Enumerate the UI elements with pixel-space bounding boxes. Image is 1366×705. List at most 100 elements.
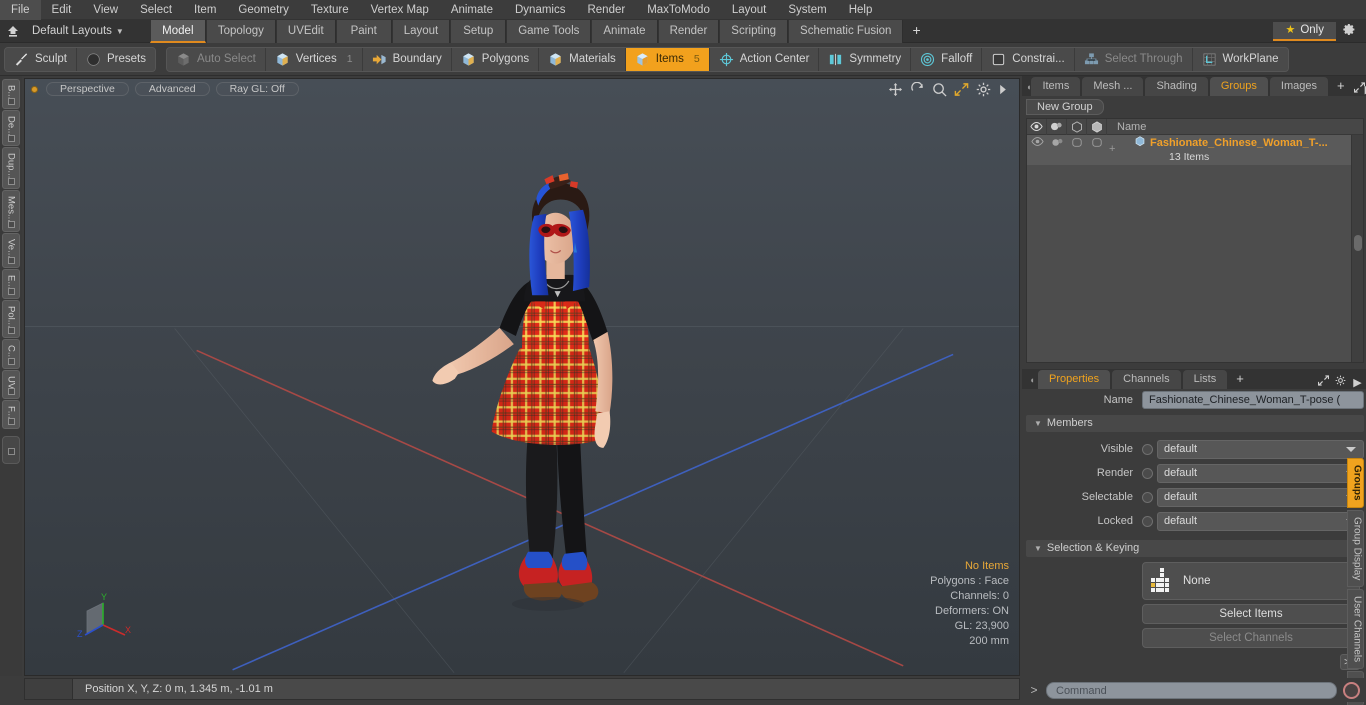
command-record-icon[interactable] bbox=[1343, 681, 1360, 699]
settings-gear-icon[interactable] bbox=[1336, 23, 1362, 39]
status-bar-handle[interactable] bbox=[25, 679, 73, 699]
menu-item-layout[interactable]: Layout bbox=[721, 0, 778, 20]
toolbar-button-select-through[interactable]: Select Through bbox=[1074, 47, 1193, 71]
layout-tab-setup[interactable]: Setup bbox=[450, 19, 507, 43]
toolbar-button-boundary[interactable]: Boundary bbox=[362, 47, 452, 71]
side-tab-user-channels[interactable]: User Channels bbox=[1346, 588, 1364, 670]
left-tab-fusion[interactable]: F... bbox=[2, 400, 20, 430]
layout-tab-schematic-fusion[interactable]: Schematic Fusion bbox=[788, 19, 904, 43]
add-layout-tab-button[interactable]: + bbox=[903, 20, 929, 43]
toolbar-button-falloff[interactable]: Falloff bbox=[911, 47, 983, 71]
layout-tab-scripting[interactable]: Scripting bbox=[719, 19, 789, 43]
selection-set-field[interactable]: None bbox=[1142, 562, 1360, 600]
left-tab-vertex[interactable]: Ve... bbox=[2, 232, 20, 268]
visible-radio[interactable] bbox=[1142, 443, 1153, 455]
rotate-icon[interactable] bbox=[910, 81, 925, 97]
group-list-scrollbar[interactable] bbox=[1351, 135, 1363, 362]
left-tab-deform[interactable]: De... bbox=[2, 110, 20, 147]
menu-item-system[interactable]: System bbox=[777, 0, 837, 20]
members-section-header[interactable]: ▼ Members bbox=[1026, 415, 1364, 432]
row-select-toggle[interactable] bbox=[1067, 135, 1087, 165]
move-icon[interactable] bbox=[888, 82, 903, 97]
selectable-radio[interactable] bbox=[1142, 491, 1153, 503]
toolbar-button-auto-select[interactable]: Auto Select bbox=[166, 47, 266, 71]
panel-maximize-icon[interactable] bbox=[1353, 82, 1365, 96]
viewport-projection-selector[interactable]: Perspective bbox=[46, 82, 129, 96]
side-tab-groups[interactable]: Groups bbox=[1346, 458, 1364, 508]
row-eye-toggle[interactable] bbox=[1027, 135, 1047, 165]
select-items-button[interactable]: Select Items bbox=[1142, 604, 1360, 624]
props-maximize-icon[interactable] bbox=[1315, 375, 1332, 389]
column-select-icon[interactable] bbox=[1067, 118, 1087, 135]
menu-item-maxtomodo[interactable]: MaxToModo bbox=[636, 0, 721, 20]
panel-tab-mesh[interactable]: Mesh ... bbox=[1082, 77, 1144, 96]
column-eye-icon[interactable] bbox=[1027, 118, 1047, 135]
panel-add-tab-button[interactable]: + bbox=[1330, 77, 1352, 96]
left-tab-extra[interactable] bbox=[2, 436, 20, 465]
render-dropdown[interactable]: default bbox=[1157, 463, 1364, 483]
side-tab-group-display[interactable]: Group Display bbox=[1346, 509, 1364, 587]
panel-tab-images[interactable]: Images bbox=[1269, 77, 1328, 96]
toolbar-button-workplane[interactable]: WorkPlane bbox=[1192, 47, 1288, 71]
tab-channels[interactable]: Channels bbox=[1112, 370, 1181, 389]
toolbar-button-vertices[interactable]: Vertices 1 bbox=[265, 47, 363, 71]
render-radio[interactable] bbox=[1142, 467, 1153, 479]
left-tab-uv[interactable]: UV bbox=[2, 370, 20, 400]
gear-icon[interactable] bbox=[976, 82, 991, 97]
menu-item-vertex-map[interactable]: Vertex Map bbox=[360, 0, 440, 20]
column-lock-icon[interactable] bbox=[1087, 118, 1107, 135]
menu-item-edit[interactable]: Edit bbox=[41, 0, 83, 20]
name-field[interactable]: Fashionate_Chinese_Woman_T-pose ( bbox=[1142, 391, 1364, 409]
menu-item-file[interactable]: File bbox=[0, 0, 41, 20]
command-input[interactable]: Command bbox=[1046, 681, 1337, 699]
select-channels-button[interactable]: Select Channels bbox=[1142, 628, 1360, 648]
column-render-icon[interactable] bbox=[1047, 118, 1067, 135]
left-tab-mesh-edit[interactable]: Mes... bbox=[2, 189, 20, 232]
menu-item-texture[interactable]: Texture bbox=[300, 0, 360, 20]
layout-tab-animate[interactable]: Animate bbox=[591, 19, 658, 43]
table-row[interactable]: + Fashionate_Chinese_Woman_T-... 13 Item… bbox=[1027, 135, 1363, 165]
new-group-button[interactable]: New Group bbox=[1026, 99, 1104, 115]
expand-group-button[interactable]: + bbox=[1109, 143, 1115, 155]
zoom-icon[interactable] bbox=[932, 82, 947, 97]
viewport-shading-selector[interactable]: Advanced bbox=[134, 82, 210, 96]
menu-item-select[interactable]: Select bbox=[129, 0, 183, 20]
panel-tab-items[interactable]: Items bbox=[1031, 77, 1081, 96]
toolbar-button-symmetry[interactable]: Symmetry bbox=[819, 47, 912, 71]
toolbar-button-constraint[interactable]: Constrai... bbox=[982, 47, 1075, 71]
left-tab-polygon[interactable]: Pol... bbox=[2, 299, 20, 338]
home-icon[interactable] bbox=[0, 25, 26, 38]
locked-dropdown[interactable]: default bbox=[1157, 511, 1364, 531]
layout-tab-paint[interactable]: Paint bbox=[335, 19, 392, 43]
left-tab-curve[interactable]: C... bbox=[2, 338, 20, 370]
layout-selector[interactable]: Default Layouts ▼ bbox=[26, 25, 130, 37]
tab-lists[interactable]: Lists bbox=[1182, 370, 1228, 389]
menu-item-geometry[interactable]: Geometry bbox=[227, 0, 300, 20]
only-toggle-button[interactable]: ★ Only bbox=[1273, 21, 1336, 41]
fit-icon[interactable] bbox=[954, 82, 969, 97]
menu-item-render[interactable]: Render bbox=[576, 0, 636, 20]
layout-tab-game-tools[interactable]: Game Tools bbox=[506, 19, 592, 43]
menu-item-help[interactable]: Help bbox=[838, 0, 884, 20]
toolbar-button-presets[interactable]: Presets bbox=[76, 47, 155, 71]
selectable-dropdown[interactable]: default bbox=[1157, 487, 1364, 507]
group-list[interactable]: Name + Fashionate_Chinese_Woman_T-... 13… bbox=[1026, 118, 1364, 363]
left-tab-duplicate[interactable]: Dup... bbox=[2, 147, 20, 189]
layout-tab-model[interactable]: Model bbox=[149, 19, 206, 43]
scrollbar-thumb[interactable] bbox=[1354, 235, 1362, 251]
toolbar-button-sculpt[interactable]: Sculpt bbox=[5, 47, 77, 71]
toolbar-button-polygons[interactable]: Polygons bbox=[451, 47, 540, 71]
left-tab-edge[interactable]: E... bbox=[2, 268, 20, 299]
tab-properties[interactable]: Properties bbox=[1038, 370, 1111, 389]
props-scroll-left-icon[interactable]: ◖ bbox=[1026, 371, 1038, 389]
props-arrow-icon[interactable]: ▶ bbox=[1349, 376, 1366, 389]
toolbar-button-action-center[interactable]: Action Center bbox=[709, 47, 820, 71]
viewport-3d[interactable]: Perspective Advanced Ray GL: Off No Item… bbox=[24, 78, 1020, 676]
play-arrow-icon[interactable] bbox=[998, 82, 1013, 97]
props-gear-icon[interactable] bbox=[1332, 375, 1349, 389]
menu-item-dynamics[interactable]: Dynamics bbox=[504, 0, 576, 20]
layout-tab-render[interactable]: Render bbox=[657, 19, 720, 43]
panel-tab-shading[interactable]: Shading bbox=[1145, 77, 1208, 96]
layout-tab-topology[interactable]: Topology bbox=[205, 19, 276, 43]
layout-tab-uvedit[interactable]: UVEdit bbox=[275, 19, 336, 43]
